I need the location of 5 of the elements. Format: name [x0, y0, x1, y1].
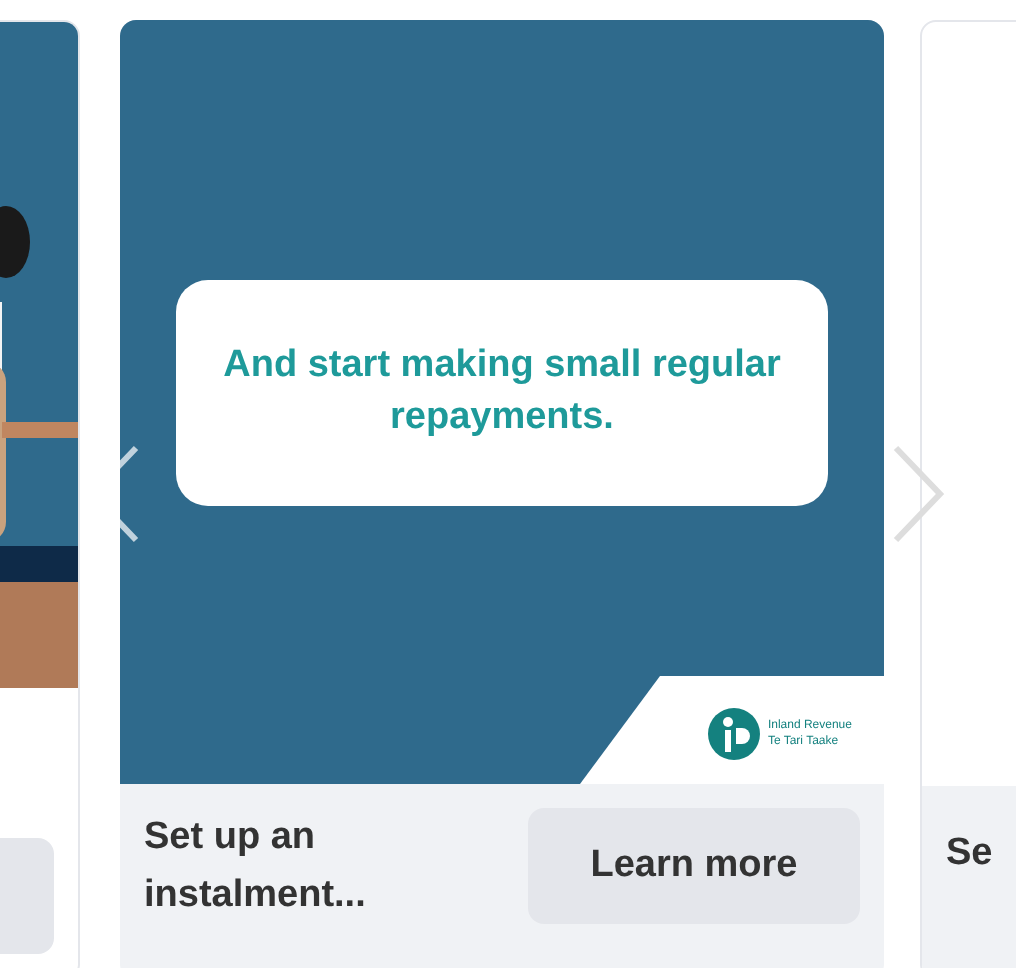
headline: And start making small regular repayments.	[221, 342, 783, 442]
learn-more-button[interactable]: Learn more	[528, 808, 860, 924]
logo-icon	[707, 708, 760, 760]
card-title: Set up an instalment...	[144, 814, 368, 920]
card-title: Se	[946, 832, 993, 874]
